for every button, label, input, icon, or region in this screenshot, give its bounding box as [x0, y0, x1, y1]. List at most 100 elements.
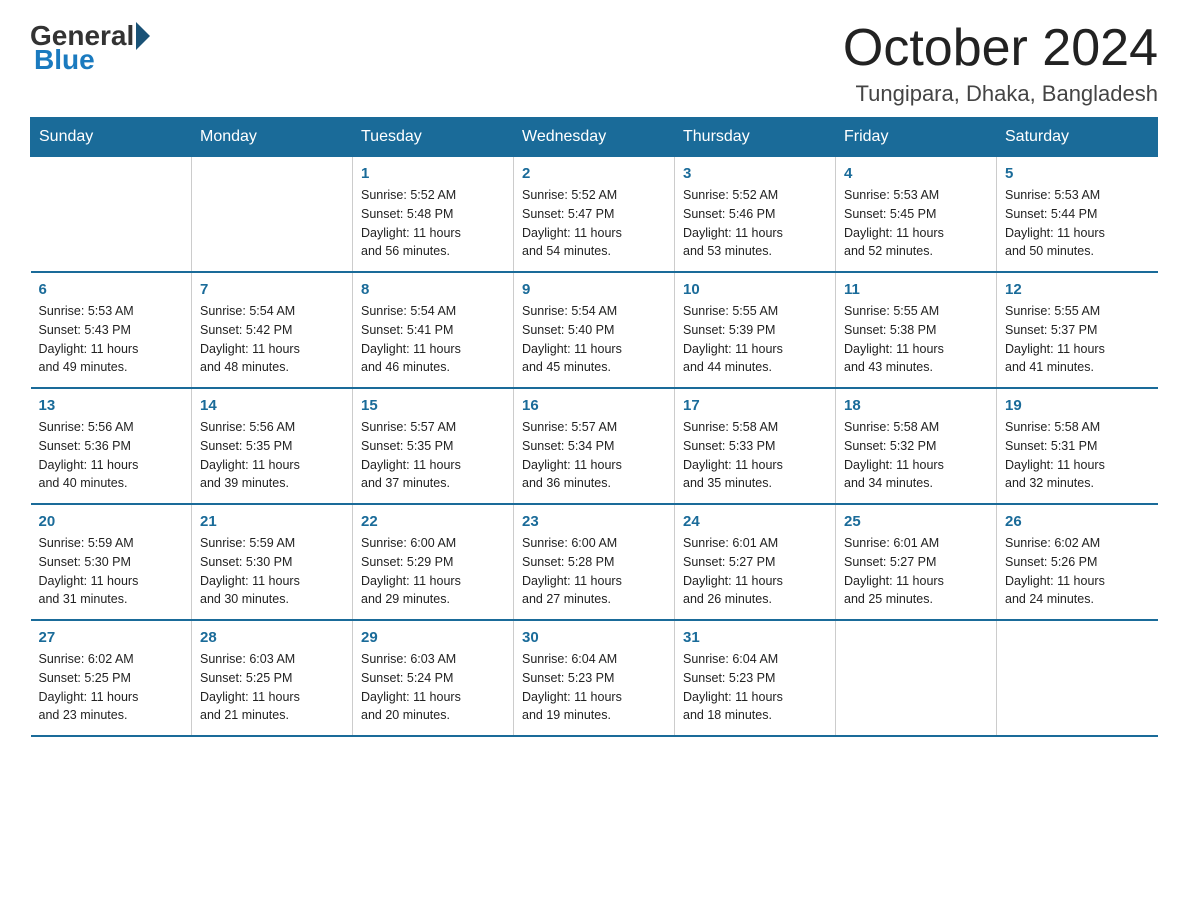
- day-number: 18: [844, 397, 988, 414]
- week-row-4: 20 Sunrise: 5:59 AMSunset: 5:30 PMDayligh…: [31, 504, 1158, 620]
- day-number: 16: [522, 397, 666, 414]
- day-info: Sunrise: 5:56 AMSunset: 5:35 PMDaylight:…: [200, 418, 344, 493]
- day-cell: 24 Sunrise: 6:01 AMSunset: 5:27 PMDayligh…: [675, 504, 836, 620]
- day-cell: 17 Sunrise: 5:58 AMSunset: 5:33 PMDayligh…: [675, 388, 836, 504]
- day-cell: 5 Sunrise: 5:53 AMSunset: 5:44 PMDaylight…: [997, 157, 1158, 273]
- day-cell: 18 Sunrise: 5:58 AMSunset: 5:32 PMDayligh…: [836, 388, 997, 504]
- day-cell: 15Sunrise: 5:57 AMSunset: 5:35 PMDayligh…: [353, 388, 514, 504]
- day-number: 6: [39, 281, 184, 298]
- day-cell: [836, 620, 997, 736]
- day-info: Sunrise: 5:58 AMSunset: 5:33 PMDaylight:…: [683, 418, 827, 493]
- day-number: 27: [39, 629, 184, 646]
- day-cell: 29 Sunrise: 6:03 AMSunset: 5:24 PMDayligh…: [353, 620, 514, 736]
- day-info: Sunrise: 6:01 AMSunset: 5:27 PMDaylight:…: [844, 534, 988, 609]
- day-cell: 6Sunrise: 5:53 AMSunset: 5:43 PMDaylight…: [31, 272, 192, 388]
- day-cell: 12 Sunrise: 5:55 AMSunset: 5:37 PMDayligh…: [997, 272, 1158, 388]
- day-cell: 2 Sunrise: 5:52 AMSunset: 5:47 PMDaylight…: [514, 157, 675, 273]
- day-info: Sunrise: 5:54 AMSunset: 5:40 PMDaylight:…: [522, 302, 666, 377]
- day-info: Sunrise: 6:02 AMSunset: 5:26 PMDaylight:…: [1005, 534, 1150, 609]
- day-number: 23: [522, 513, 666, 530]
- day-number: 25: [844, 513, 988, 530]
- weekday-header-tuesday: Tuesday: [353, 118, 514, 157]
- day-number: 4: [844, 165, 988, 182]
- weekday-header-saturday: Saturday: [997, 118, 1158, 157]
- week-row-3: 13 Sunrise: 5:56 AMSunset: 5:36 PMDayligh…: [31, 388, 1158, 504]
- weekday-header-friday: Friday: [836, 118, 997, 157]
- day-info: Sunrise: 5:52 AMSunset: 5:46 PMDaylight:…: [683, 186, 827, 261]
- day-cell: 3 Sunrise: 5:52 AMSunset: 5:46 PMDaylight…: [675, 157, 836, 273]
- day-info: Sunrise: 5:53 AMSunset: 5:44 PMDaylight:…: [1005, 186, 1150, 261]
- week-row-2: 6Sunrise: 5:53 AMSunset: 5:43 PMDaylight…: [31, 272, 1158, 388]
- day-cell: 14 Sunrise: 5:56 AMSunset: 5:35 PMDayligh…: [192, 388, 353, 504]
- day-info: Sunrise: 5:52 AMSunset: 5:47 PMDaylight:…: [522, 186, 666, 261]
- logo: General Blue: [30, 20, 154, 76]
- day-cell: [192, 157, 353, 273]
- day-number: 31: [683, 629, 827, 646]
- logo-blue-text: Blue: [34, 44, 95, 75]
- day-number: 28: [200, 629, 344, 646]
- day-info: Sunrise: 5:54 AMSunset: 5:42 PMDaylight:…: [200, 302, 344, 377]
- week-row-1: 1Sunrise: 5:52 AMSunset: 5:48 PMDaylight…: [31, 157, 1158, 273]
- day-info: Sunrise: 5:59 AMSunset: 5:30 PMDaylight:…: [200, 534, 344, 609]
- weekday-header-wednesday: Wednesday: [514, 118, 675, 157]
- day-cell: 13 Sunrise: 5:56 AMSunset: 5:36 PMDayligh…: [31, 388, 192, 504]
- day-info: Sunrise: 5:54 AMSunset: 5:41 PMDaylight:…: [361, 302, 505, 377]
- day-cell: [31, 157, 192, 273]
- day-number: 11: [844, 281, 988, 298]
- day-number: 13: [39, 397, 184, 414]
- day-number: 10: [683, 281, 827, 298]
- day-info: Sunrise: 5:58 AMSunset: 5:31 PMDaylight:…: [1005, 418, 1150, 493]
- day-number: 26: [1005, 513, 1150, 530]
- day-number: 5: [1005, 165, 1150, 182]
- day-number: 30: [522, 629, 666, 646]
- day-number: 20: [39, 513, 184, 530]
- weekday-header-monday: Monday: [192, 118, 353, 157]
- day-info: Sunrise: 6:02 AMSunset: 5:25 PMDaylight:…: [39, 650, 184, 725]
- day-info: Sunrise: 5:55 AMSunset: 5:38 PMDaylight:…: [844, 302, 988, 377]
- day-info: Sunrise: 5:57 AMSunset: 5:35 PMDaylight:…: [361, 418, 505, 493]
- day-info: Sunrise: 5:55 AMSunset: 5:37 PMDaylight:…: [1005, 302, 1150, 377]
- day-cell: 21 Sunrise: 5:59 AMSunset: 5:30 PMDayligh…: [192, 504, 353, 620]
- day-info: Sunrise: 6:04 AMSunset: 5:23 PMDaylight:…: [522, 650, 666, 725]
- day-cell: 7 Sunrise: 5:54 AMSunset: 5:42 PMDaylight…: [192, 272, 353, 388]
- day-cell: 27 Sunrise: 6:02 AMSunset: 5:25 PMDayligh…: [31, 620, 192, 736]
- day-cell: 25 Sunrise: 6:01 AMSunset: 5:27 PMDayligh…: [836, 504, 997, 620]
- day-cell: 11 Sunrise: 5:55 AMSunset: 5:38 PMDayligh…: [836, 272, 997, 388]
- day-info: Sunrise: 5:56 AMSunset: 5:36 PMDaylight:…: [39, 418, 184, 493]
- day-cell: 8 Sunrise: 5:54 AMSunset: 5:41 PMDaylight…: [353, 272, 514, 388]
- weekday-header-row: SundayMondayTuesdayWednesdayThursdayFrid…: [31, 118, 1158, 157]
- day-cell: [997, 620, 1158, 736]
- day-info: Sunrise: 5:55 AMSunset: 5:39 PMDaylight:…: [683, 302, 827, 377]
- day-number: 17: [683, 397, 827, 414]
- day-info: Sunrise: 5:58 AMSunset: 5:32 PMDaylight:…: [844, 418, 988, 493]
- day-cell: 4Sunrise: 5:53 AMSunset: 5:45 PMDaylight…: [836, 157, 997, 273]
- day-number: 29: [361, 629, 505, 646]
- day-number: 3: [683, 165, 827, 182]
- day-info: Sunrise: 6:04 AMSunset: 5:23 PMDaylight:…: [683, 650, 827, 725]
- day-cell: 9 Sunrise: 5:54 AMSunset: 5:40 PMDaylight…: [514, 272, 675, 388]
- day-cell: 26 Sunrise: 6:02 AMSunset: 5:26 PMDayligh…: [997, 504, 1158, 620]
- day-number: 21: [200, 513, 344, 530]
- day-number: 2: [522, 165, 666, 182]
- day-info: Sunrise: 6:00 AMSunset: 5:29 PMDaylight:…: [361, 534, 505, 609]
- logo-arrow-icon: [136, 22, 150, 50]
- day-cell: 10 Sunrise: 5:55 AMSunset: 5:39 PMDayligh…: [675, 272, 836, 388]
- day-number: 9: [522, 281, 666, 298]
- weekday-header-sunday: Sunday: [31, 118, 192, 157]
- day-info: Sunrise: 6:01 AMSunset: 5:27 PMDaylight:…: [683, 534, 827, 609]
- day-number: 1: [361, 165, 505, 182]
- day-info: Sunrise: 5:59 AMSunset: 5:30 PMDaylight:…: [39, 534, 184, 609]
- month-title: October 2024: [843, 20, 1158, 77]
- day-number: 14: [200, 397, 344, 414]
- title-block: October 2024 Tungipara, Dhaka, Banglades…: [843, 20, 1158, 107]
- day-cell: 19Sunrise: 5:58 AMSunset: 5:31 PMDayligh…: [997, 388, 1158, 504]
- day-cell: 1Sunrise: 5:52 AMSunset: 5:48 PMDaylight…: [353, 157, 514, 273]
- day-number: 7: [200, 281, 344, 298]
- day-cell: 31 Sunrise: 6:04 AMSunset: 5:23 PMDayligh…: [675, 620, 836, 736]
- day-cell: 30 Sunrise: 6:04 AMSunset: 5:23 PMDayligh…: [514, 620, 675, 736]
- day-number: 8: [361, 281, 505, 298]
- day-cell: 23Sunrise: 6:00 AMSunset: 5:28 PMDayligh…: [514, 504, 675, 620]
- day-info: Sunrise: 6:03 AMSunset: 5:24 PMDaylight:…: [361, 650, 505, 725]
- day-number: 12: [1005, 281, 1150, 298]
- day-number: 24: [683, 513, 827, 530]
